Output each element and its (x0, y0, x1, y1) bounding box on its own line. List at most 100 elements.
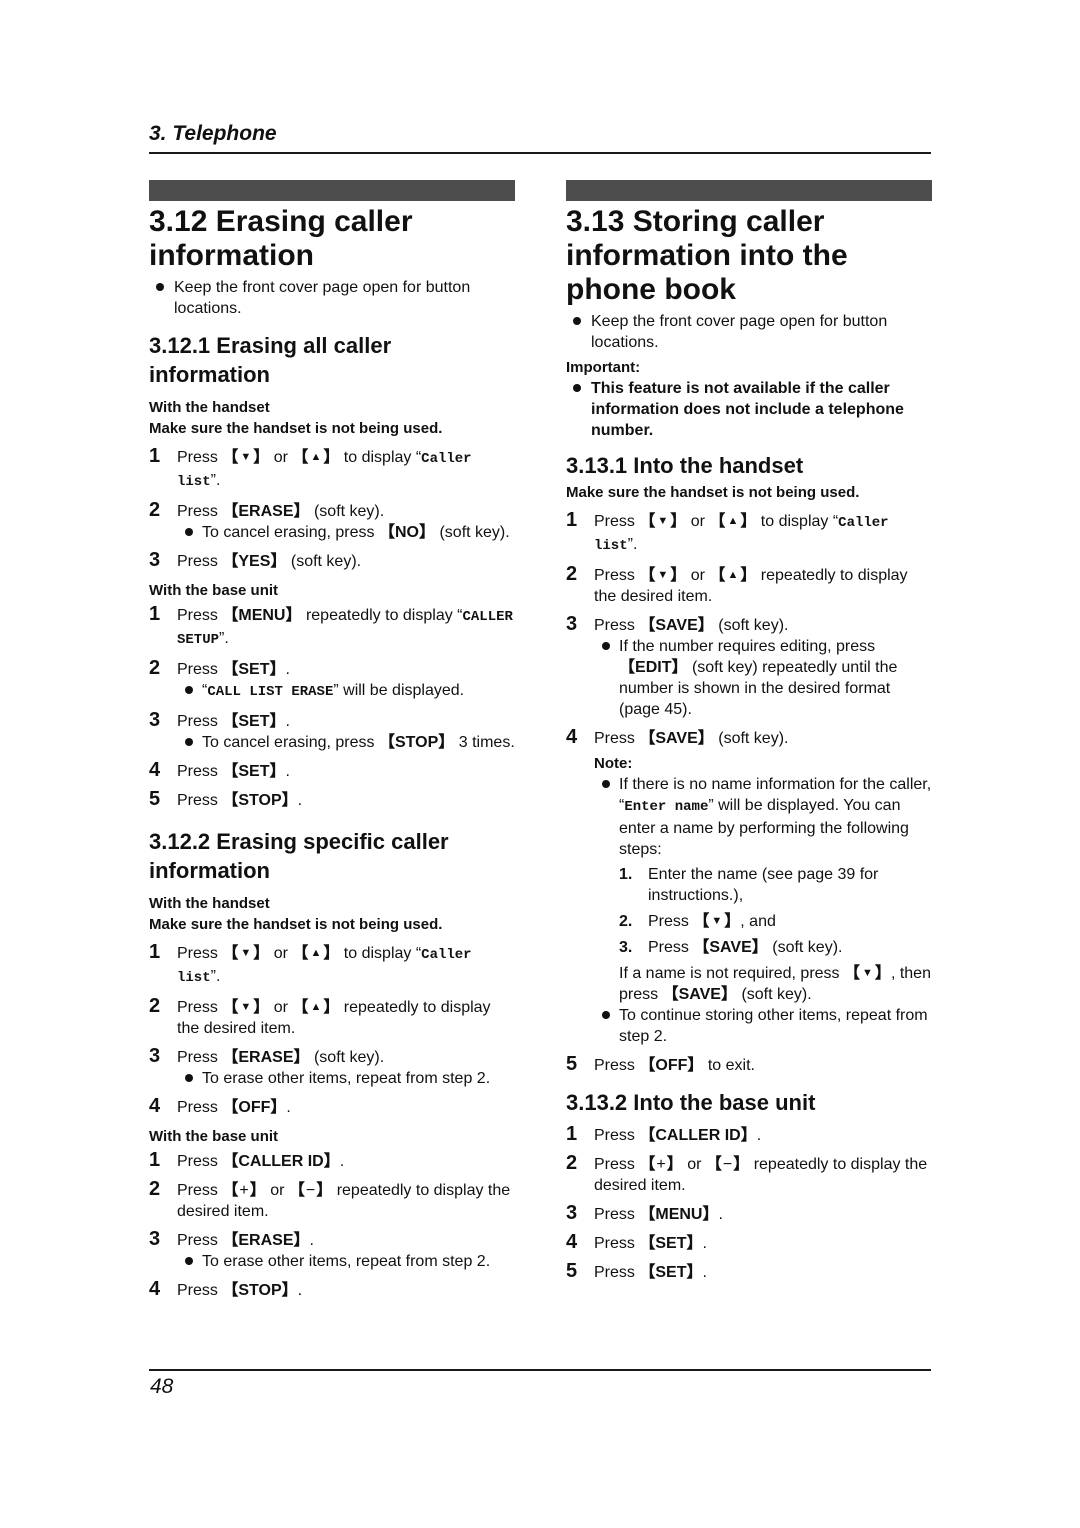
step: 2 Press 【+】 or 【−】 repeatedly to display… (566, 1152, 928, 1195)
up-key: 【▲】 (709, 513, 757, 530)
step-bullet: To erase other items, repeat from step 2… (177, 1068, 515, 1089)
note-label: Note: (594, 755, 633, 772)
up-arrow-icon: ▲ (727, 515, 739, 527)
list-item: 1. Enter the name (see page 39 for instru… (619, 866, 879, 904)
up-arrow-icon: ▲ (727, 569, 739, 581)
save-key: 【SAVE】 (693, 939, 768, 956)
step: 3 Press 【ERASE】. To erase other items, r… (149, 1229, 515, 1272)
save-key: 【SAVE】 (639, 617, 714, 634)
display-text: CALL LIST ERASE (207, 684, 334, 700)
bullet-icon (185, 1074, 193, 1082)
step: 2 Press 【SET】. “CALL LIST ERASE” will be… (149, 658, 515, 703)
plus-key: 【+】 (639, 1156, 683, 1173)
step: 4 Press 【STOP】. (149, 1278, 303, 1300)
down-key: 【▼】 (222, 999, 270, 1016)
no-name-paragraph: If a name is not required, press 【▼】, th… (619, 965, 931, 1003)
up-arrow-icon: ▲ (310, 947, 322, 959)
step: 2 Press 【+】 or 【−】 repeatedly to display… (149, 1178, 511, 1221)
left-column: 3.12 Erasing caller information Keep the… (149, 180, 515, 1301)
save-key: 【SAVE】 (639, 730, 714, 747)
right-column: 3.13 Storing caller information into the… (566, 180, 932, 1283)
down-arrow-icon: ▼ (240, 1001, 252, 1013)
step: 1 Press 【▼】 or 【▲】 to display “Caller li… (566, 509, 889, 555)
section-title-3-12: 3.12 Erasing caller information (149, 205, 413, 272)
important-bullet: This feature is not available if the cal… (566, 378, 932, 441)
step: 2 Press 【ERASE】 (soft key). To cancel er… (149, 500, 515, 543)
subsection-title-3-12-1: 3.12.1 Erasing all caller information (149, 333, 392, 387)
bullet-icon (185, 1257, 193, 1265)
handset-note: Make sure the handset is not being used. (566, 484, 860, 501)
minus-icon: − (722, 1156, 733, 1173)
down-key: 【▼】 (693, 913, 741, 930)
down-key: 【▼】 (844, 965, 891, 982)
header-rule (149, 152, 931, 154)
step: 4 Press 【SET】. (566, 1231, 707, 1253)
bullet-icon (573, 317, 581, 325)
name-entry-steps: 1. Enter the name (see page 39 for instru… (619, 864, 932, 958)
base-unit-label: With the base unit (149, 1128, 279, 1145)
bullet-icon (602, 642, 610, 650)
step: 4 Press 【SAVE】 (soft key). Note: If ther… (566, 726, 932, 1047)
bullet-icon (602, 1011, 610, 1019)
step-bullet: To cancel erasing, press 【STOP】 3 times. (177, 732, 515, 753)
minus-key: 【−】 (288, 1182, 333, 1199)
no-key: 【NO】 (378, 524, 436, 541)
down-key: 【▼】 (222, 945, 270, 962)
down-key: 【▼】 (222, 449, 270, 466)
plus-icon: + (656, 1156, 666, 1173)
up-key: 【▲】 (292, 449, 340, 466)
step: 5 Press 【STOP】. (149, 788, 303, 810)
handset-label: With the handset (149, 399, 270, 416)
set-key: 【SET】 (222, 713, 286, 730)
set-key: 【SET】 (639, 1235, 703, 1252)
step: 3 Press 【SET】. To cancel erasing, press … (149, 709, 515, 753)
subsection-title-3-12-2: 3.12.2 Erasing specific caller informati… (149, 829, 449, 883)
handset-note: Make sure the handset is not being used. (149, 916, 443, 933)
set-key: 【SET】 (639, 1264, 703, 1281)
step: 5 Press 【SET】. (566, 1260, 707, 1282)
intro-bullet: Keep the front cover page open for butto… (149, 277, 515, 319)
bullet-icon (573, 384, 581, 392)
step: 2 Press 【▼】 or 【▲】 repeatedly to display… (149, 995, 491, 1038)
bullet-icon (156, 283, 164, 291)
section-title-3-13: 3.13 Storing caller information into the… (566, 205, 848, 306)
note-bullet: If there is no name information for the … (594, 774, 932, 860)
important-label: Important: (566, 359, 641, 376)
yes-key: 【YES】 (222, 553, 287, 570)
down-arrow-icon: ▼ (657, 515, 669, 527)
set-key: 【SET】 (222, 661, 286, 678)
subsection-title-3-13-1: 3.13.1 Into the handset (566, 453, 804, 478)
chapter-title: 3. Telephone (149, 122, 277, 145)
off-key: 【OFF】 (639, 1057, 704, 1074)
display-text: Enter name (624, 799, 709, 815)
plus-key: 【+】 (222, 1182, 266, 1199)
step: 4 Press 【SET】. (149, 759, 290, 781)
handset-note: Make sure the handset is not being used. (149, 420, 443, 437)
up-arrow-icon: ▲ (310, 1001, 322, 1013)
list-item: 3. Press 【SAVE】 (soft key). (619, 939, 843, 956)
page-number: 48 (150, 1375, 174, 1398)
up-key: 【▲】 (292, 999, 340, 1016)
plus-icon: + (239, 1182, 249, 1199)
step: 4 Press 【OFF】. (149, 1095, 291, 1117)
down-key: 【▼】 (639, 567, 687, 584)
set-key: 【SET】 (222, 763, 286, 780)
step: 1 Press 【MENU】 repeatedly to display “CA… (149, 603, 513, 649)
down-arrow-icon: ▼ (240, 451, 252, 463)
step: 1 Press 【▼】 or 【▲】 to display “Caller li… (149, 941, 472, 987)
base-unit-label: With the base unit (149, 582, 279, 599)
off-key: 【OFF】 (222, 1099, 287, 1116)
footer-rule (149, 1369, 931, 1371)
stop-key: 【STOP】 (222, 792, 298, 809)
erase-key: 【ERASE】 (222, 503, 310, 520)
section-bar (566, 180, 932, 201)
save-key: 【SAVE】 (662, 986, 737, 1003)
continue-bullet: To continue storing other items, repeat … (594, 1005, 932, 1047)
caller-id-key: 【CALLER ID】 (222, 1153, 340, 1170)
stop-key: 【STOP】 (378, 734, 455, 751)
step-bullet: “CALL LIST ERASE” will be displayed. (177, 680, 515, 703)
down-arrow-icon: ▼ (711, 915, 723, 927)
minus-key: 【−】 (705, 1156, 750, 1173)
erase-key: 【ERASE】 (222, 1049, 310, 1066)
menu-key: 【MENU】 (222, 607, 302, 624)
